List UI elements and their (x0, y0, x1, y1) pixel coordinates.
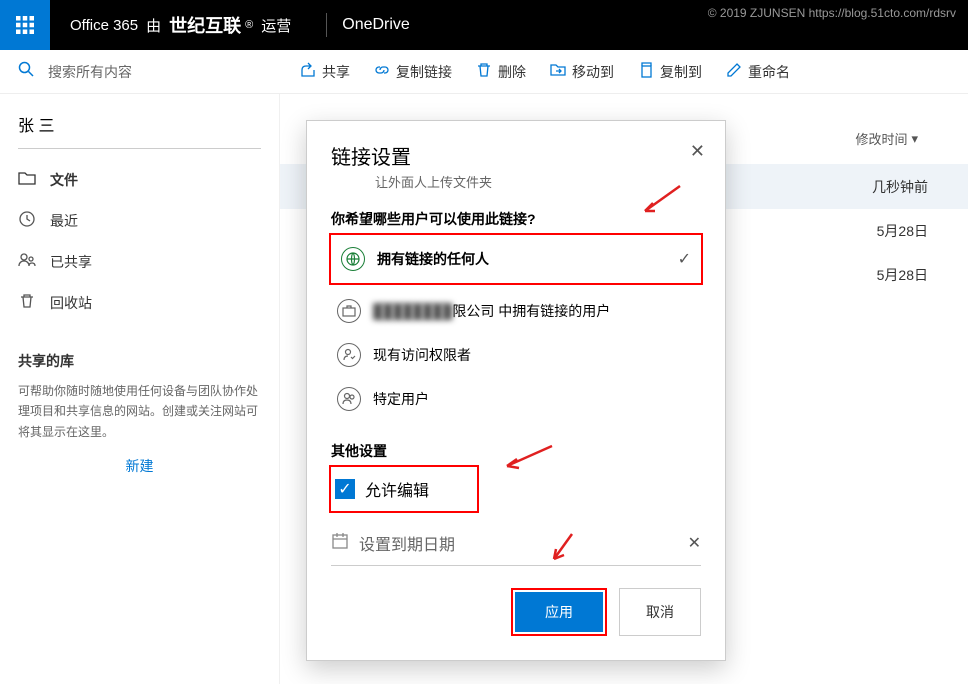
option-anyone[interactable]: 拥有链接的任何人 ✓ (335, 237, 697, 281)
close-button[interactable]: ✕ (690, 141, 705, 162)
trash-icon (476, 62, 492, 81)
people-plus-icon (337, 387, 361, 411)
people-icon (18, 251, 36, 272)
chevron-down-icon: ▾ (911, 131, 918, 147)
expiry-date-input[interactable]: 设置到期日期 ✕ (331, 521, 701, 566)
create-new-link[interactable]: 新建 (0, 442, 279, 490)
app-launcher[interactable] (0, 0, 50, 50)
allow-edit-checkbox[interactable]: ✓ 允许编辑 (335, 469, 473, 509)
option-organization[interactable]: ████████限公司 中拥有链接的用户 (331, 289, 701, 333)
brand-operator: 世纪互联 (169, 12, 241, 38)
brand-suffix: 运营 (261, 15, 291, 36)
option-existing-access[interactable]: 现有访问权限者 (331, 333, 701, 377)
clear-date-icon[interactable]: ✕ (688, 533, 701, 553)
copy-link-button[interactable]: 复制链接 (374, 62, 452, 82)
share-icon (300, 62, 316, 81)
modified-cell: 几秒钟前 (872, 177, 928, 197)
sidebar: 张 三 文件 最近 已共享 回收站 共享的库 可帮助你随时随地使用任何设备与团队… (0, 94, 280, 684)
pencil-icon (726, 62, 742, 81)
app-name[interactable]: OneDrive (342, 16, 410, 34)
cancel-button[interactable]: 取消 (619, 588, 701, 636)
dialog-title: 链接设置 (331, 141, 701, 170)
checkbox-checked-icon: ✓ (335, 479, 355, 499)
shared-libraries-label: 共享的库 (0, 323, 279, 381)
move-icon (550, 62, 566, 81)
divider (326, 13, 327, 37)
rename-button[interactable]: 重命名 (726, 62, 790, 82)
dialog-question: 你希望哪些用户可以使用此链接? (331, 209, 701, 229)
recycle-icon (18, 292, 36, 313)
modified-cell: 5月28日 (877, 221, 928, 241)
delete-button[interactable]: 删除 (476, 62, 526, 82)
copy-icon (638, 62, 654, 81)
brand-by: 由 (146, 15, 161, 36)
calendar-icon (331, 532, 349, 555)
toolbar: 搜索所有内容 共享 复制链接 删除 移动到 复制到 重命名 (0, 50, 968, 94)
share-button[interactable]: 共享 (300, 62, 350, 82)
clock-icon (18, 210, 36, 231)
move-to-button[interactable]: 移动到 (550, 62, 614, 82)
other-settings-label: 其他设置 (331, 441, 701, 461)
search-placeholder: 搜索所有内容 (48, 62, 132, 82)
copy-to-button[interactable]: 复制到 (638, 62, 702, 82)
check-icon: ✓ (678, 249, 691, 269)
waffle-icon (16, 16, 34, 34)
user-name: 张 三 (18, 112, 261, 149)
search-box[interactable]: 搜索所有内容 (0, 61, 280, 82)
link-icon (374, 62, 390, 81)
column-modified[interactable]: 修改时间 ▾ (855, 129, 918, 148)
folder-icon (18, 169, 36, 190)
briefcase-icon (337, 299, 361, 323)
globe-icon (341, 247, 365, 271)
nav-recycle[interactable]: 回收站 (0, 282, 279, 323)
apply-button[interactable]: 应用 (515, 592, 603, 632)
option-specific-users[interactable]: 特定用户 (331, 377, 701, 421)
modified-cell: 5月28日 (877, 265, 928, 285)
shared-libraries-desc: 可帮助你随时随地使用任何设备与团队协作处理项目和共享信息的网站。创建或关注网站可… (0, 381, 279, 442)
search-icon (18, 61, 34, 82)
watermark: © 2019 ZJUNSEN https://blog.51cto.com/rd… (708, 6, 956, 20)
person-check-icon (337, 343, 361, 367)
link-settings-dialog: ✕ 链接设置 让外面人上传文件夹 你希望哪些用户可以使用此链接? 拥有链接的任何… (306, 120, 726, 661)
dialog-subtitle: 让外面人上传文件夹 (331, 172, 701, 191)
nav-shared[interactable]: 已共享 (0, 241, 279, 282)
nav-files[interactable]: 文件 (0, 159, 279, 200)
nav-recent[interactable]: 最近 (0, 200, 279, 241)
brand-prefix: Office 365 (70, 17, 138, 34)
brand: Office 365 由 世纪互联 ® 运营 (50, 12, 311, 38)
